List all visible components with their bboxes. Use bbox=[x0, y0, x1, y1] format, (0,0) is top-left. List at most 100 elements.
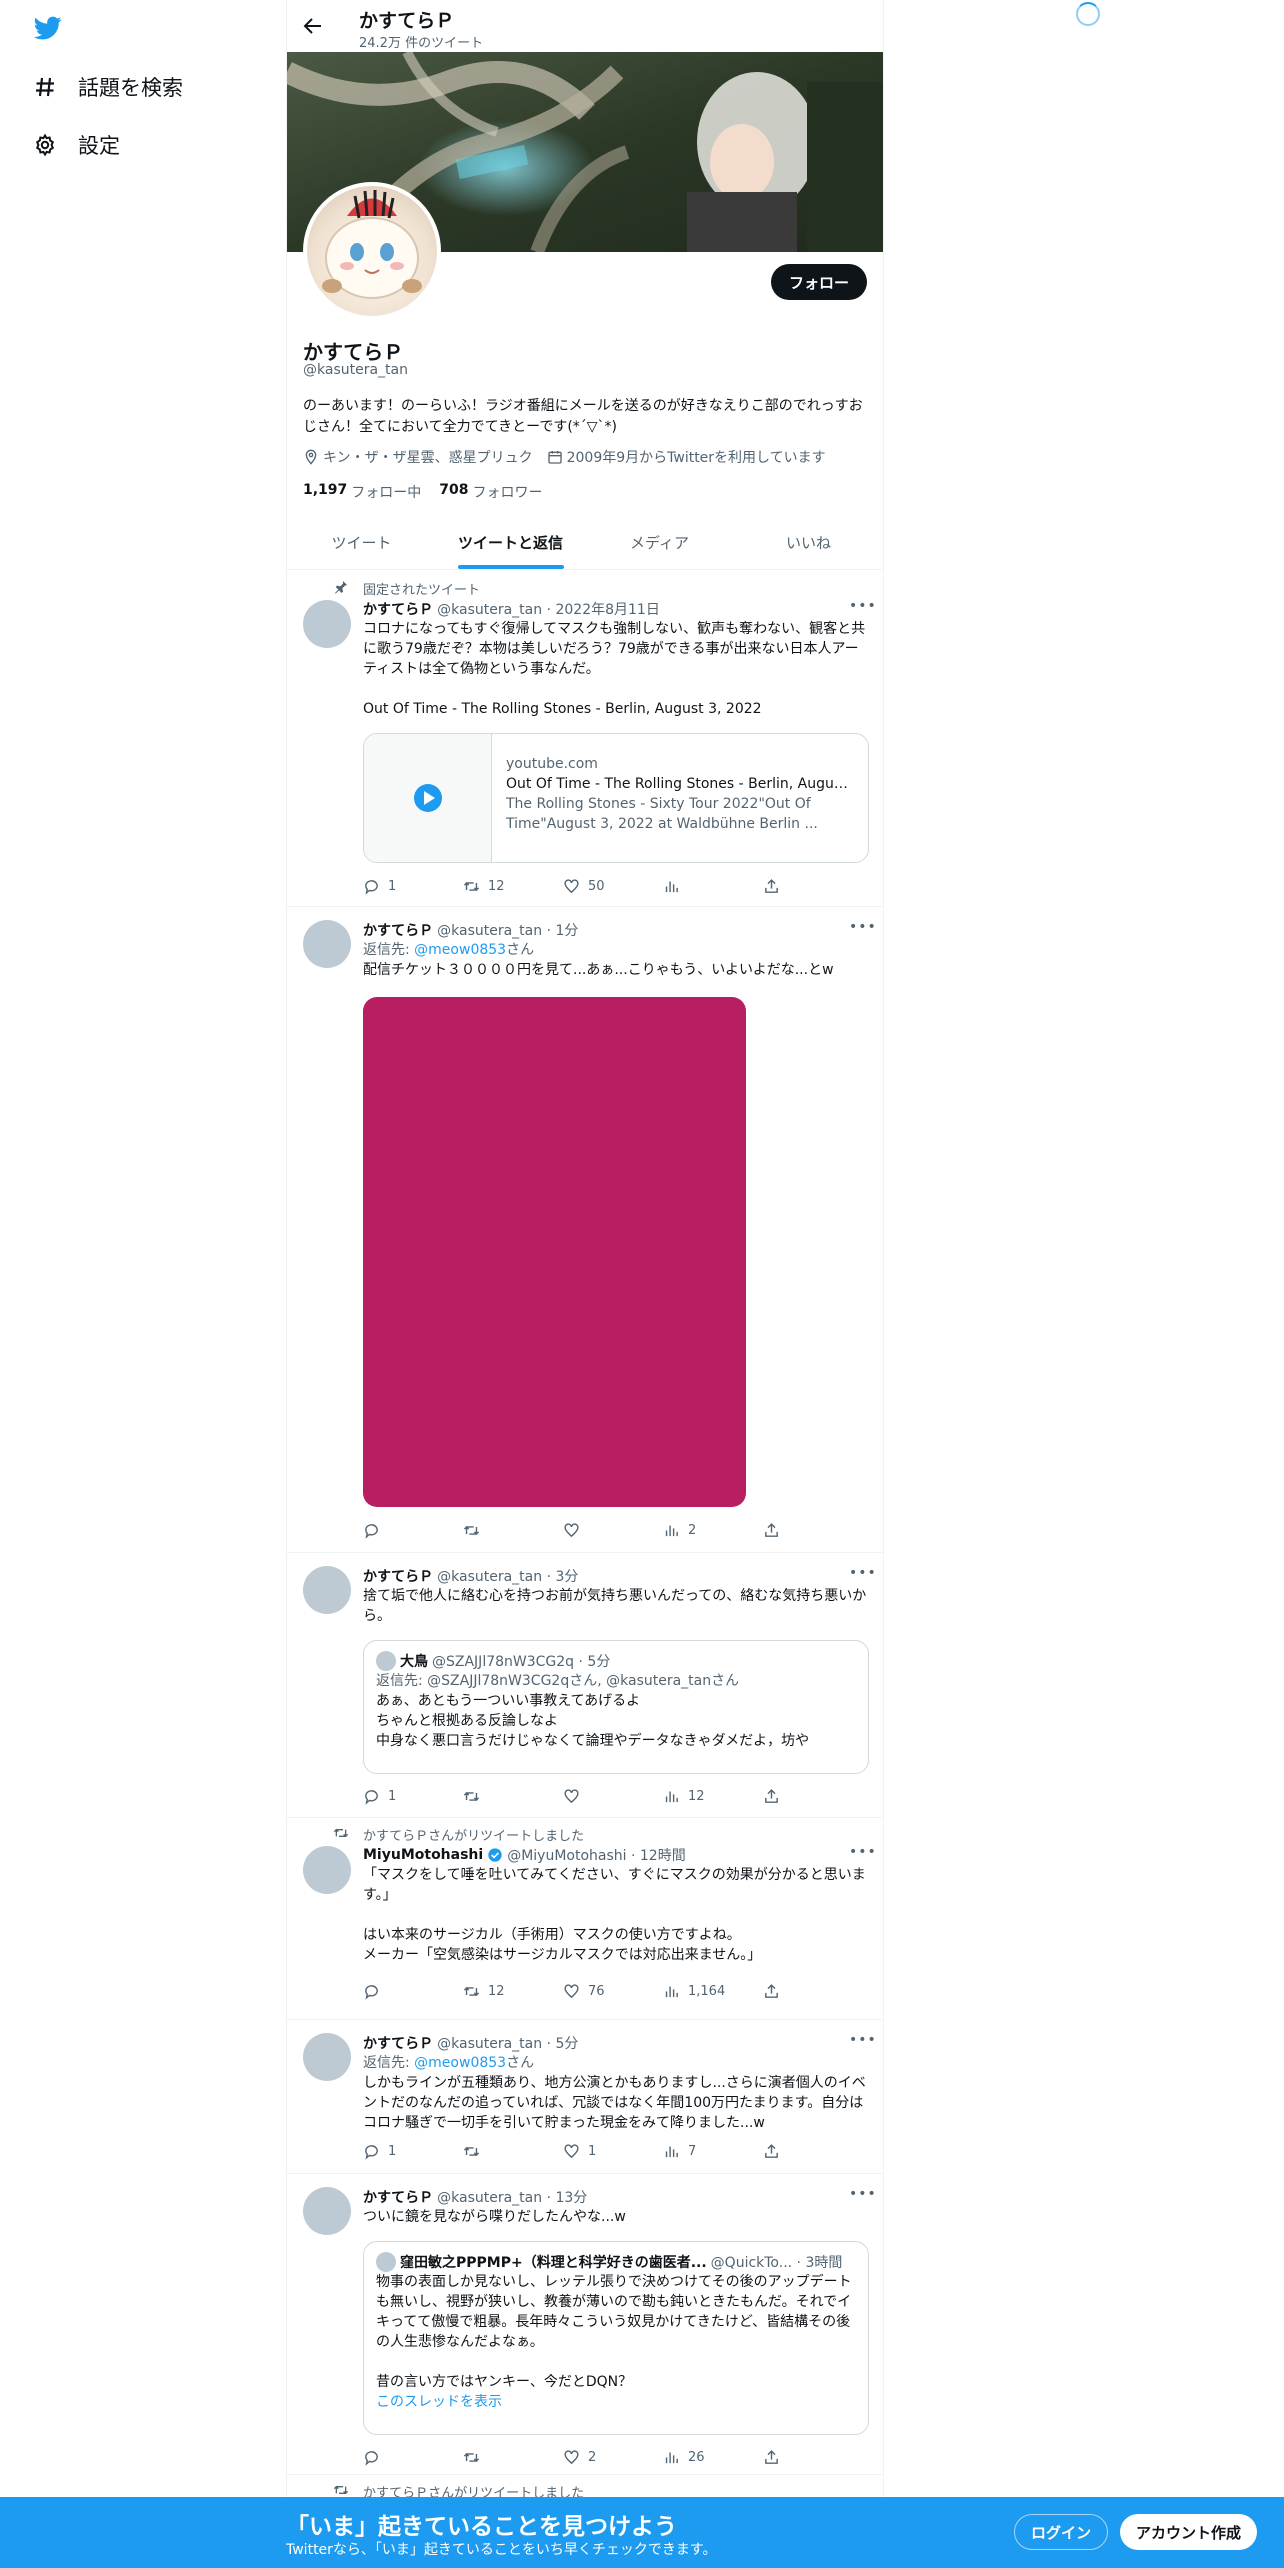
nav-settings-label: 設定 bbox=[78, 134, 120, 158]
more-icon[interactable]: ••• bbox=[849, 2187, 876, 2207]
heart-icon bbox=[564, 1522, 579, 1537]
profile-location: キン・ザ・ザ星雲、惑星プリュク bbox=[303, 447, 533, 467]
more-icon[interactable]: ••• bbox=[849, 920, 876, 940]
author-meta[interactable]: @kasutera_tan · 2022年8月11日 bbox=[437, 599, 660, 619]
share-icon bbox=[765, 1983, 778, 1998]
avatar[interactable] bbox=[303, 2187, 351, 2235]
tweet-retweet[interactable]: かすてらＰさんがリツイートしました MiyuMotohashi @MiyuMot… bbox=[287, 1819, 883, 2020]
more-icon[interactable]: ••• bbox=[849, 599, 876, 619]
author-name[interactable]: かすてらＰ bbox=[363, 1566, 433, 1586]
nav-settings[interactable]: 設定 bbox=[32, 125, 120, 165]
tweet-actions: 2 bbox=[363, 1520, 793, 1540]
reply-button[interactable] bbox=[363, 1981, 463, 2001]
avatar[interactable] bbox=[303, 1566, 351, 1614]
followers-link[interactable]: 708 フォロワー bbox=[439, 482, 542, 502]
tweet-actions: 2 26 bbox=[363, 2447, 793, 2467]
tab-tweets-and-replies[interactable]: ツイートと返信 bbox=[436, 516, 585, 569]
retweet-button[interactable] bbox=[463, 1786, 563, 1806]
signup-banner: 「いま」起きていることを見つけよう Twitterなら、「いま」起きていることを… bbox=[0, 2497, 1284, 2568]
reply-to-link[interactable]: @meow0853 bbox=[414, 942, 506, 958]
share-button[interactable] bbox=[763, 2447, 793, 2467]
quoted-tweet[interactable]: 窪田敏之PPPMP+（料理と科学好きの歯医者... @QuickTo... · … bbox=[363, 2241, 869, 2435]
link-card[interactable]: youtube.com Out Of Time - The Rolling St… bbox=[363, 733, 869, 863]
author-meta[interactable]: @kasutera_tan · 5分 bbox=[437, 2033, 578, 2053]
reply-to-link[interactable]: @meow0853 bbox=[414, 2055, 506, 2071]
views-button[interactable] bbox=[663, 876, 763, 896]
signup-button[interactable]: アカウント作成 bbox=[1120, 2514, 1258, 2550]
like-button[interactable]: 2 bbox=[563, 2447, 663, 2467]
avatar[interactable] bbox=[303, 1846, 351, 1894]
avatar[interactable] bbox=[303, 600, 351, 648]
share-button[interactable] bbox=[763, 1520, 793, 1540]
tab-media[interactable]: メディア bbox=[585, 516, 734, 569]
twitter-bird-icon[interactable] bbox=[32, 14, 64, 42]
views-icon bbox=[665, 881, 678, 892]
avatar[interactable] bbox=[303, 920, 351, 968]
more-icon[interactable]: ••• bbox=[849, 1566, 876, 1586]
retweet-button[interactable]: 12 bbox=[463, 1981, 563, 2001]
show-thread-link[interactable]: このスレッドを表示 bbox=[376, 2392, 856, 2412]
author-name[interactable]: かすてらＰ bbox=[363, 2033, 433, 2053]
tweet-item[interactable]: かすてらＰ @kasutera_tan · 5分 ••• 返信先: @meow0… bbox=[287, 2021, 883, 2174]
retweet-count: 12 bbox=[488, 878, 505, 894]
tab-likes[interactable]: いいね bbox=[734, 516, 883, 569]
profile-avatar[interactable] bbox=[303, 182, 441, 320]
quoted-tweet[interactable]: 大鳥 @SZAJJl78nW3CG2q · 5分 返信先: @SZAJJl78n… bbox=[363, 1640, 869, 1774]
share-button[interactable] bbox=[763, 1981, 793, 2001]
retweet-button[interactable]: 12 bbox=[463, 876, 563, 896]
author-name[interactable]: かすてらＰ bbox=[363, 2187, 433, 2207]
tweet-media-image[interactable] bbox=[363, 997, 746, 1507]
tweet-item[interactable]: かすてらＰ @kasutera_tan · 1分 ••• 返信先: @meow0… bbox=[287, 908, 883, 1553]
reply-icon bbox=[365, 1789, 378, 1805]
views-button[interactable]: 7 bbox=[663, 2141, 763, 2161]
login-button[interactable]: ログイン bbox=[1014, 2514, 1109, 2550]
reply-button[interactable] bbox=[363, 2447, 463, 2467]
reply-icon bbox=[365, 2450, 378, 2466]
tweet-item[interactable]: かすてらＰ @kasutera_tan · 3分 ••• 捨て垢で他人に絡む心を… bbox=[287, 1554, 883, 1818]
profile-bio: のーあいます！のーらいふ！ラジオ番組にメールを送るのが好きなえりこ部のでれっすお… bbox=[303, 398, 863, 435]
author-meta[interactable]: @kasutera_tan · 1分 bbox=[437, 920, 578, 940]
author-meta[interactable]: @MiyuMotohashi · 12時間 bbox=[507, 1845, 686, 1865]
tweet-header: MiyuMotohashi @MiyuMotohashi · 12時間 bbox=[363, 1845, 869, 1865]
reply-button[interactable]: 1 bbox=[363, 1786, 463, 1806]
share-button[interactable] bbox=[763, 876, 793, 896]
author-name[interactable]: かすてらＰ bbox=[363, 920, 433, 940]
following-link[interactable]: 1,197 フォロー中 bbox=[303, 482, 421, 502]
views-button[interactable]: 26 bbox=[663, 2447, 763, 2467]
nav-explore[interactable]: 話題を検索 bbox=[32, 67, 183, 107]
tab-tweets[interactable]: ツイート bbox=[287, 516, 436, 569]
views-button[interactable]: 1,164 bbox=[663, 1981, 763, 2001]
author-meta[interactable]: @kasutera_tan · 13分 bbox=[437, 2187, 587, 2207]
avatar[interactable] bbox=[303, 2033, 351, 2081]
like-button[interactable]: 76 bbox=[563, 1981, 663, 2001]
more-icon[interactable]: ••• bbox=[849, 1845, 876, 1865]
share-button[interactable] bbox=[763, 2141, 793, 2161]
views-icon bbox=[665, 2452, 678, 2463]
quote-header: 窪田敏之PPPMP+（料理と科学好きの歯医者... @QuickTo... · … bbox=[376, 2252, 856, 2272]
retweet-context[interactable]: かすてらＰさんがリツイートしました bbox=[363, 1825, 584, 1844]
share-button[interactable] bbox=[763, 1786, 793, 1806]
author-name[interactable]: MiyuMotohashi bbox=[363, 1847, 483, 1863]
like-button[interactable]: 1 bbox=[563, 2141, 663, 2161]
heart-icon bbox=[564, 2143, 579, 2158]
like-button[interactable] bbox=[563, 1786, 663, 1806]
more-icon[interactable]: ••• bbox=[849, 2033, 876, 2053]
views-button[interactable]: 2 bbox=[663, 1520, 763, 1540]
back-arrow-icon[interactable] bbox=[301, 14, 325, 38]
tweet-pinned[interactable]: 固定されたツイート かすてらＰ @kasutera_tan · 2022年8月1… bbox=[287, 571, 883, 907]
follow-button[interactable]: フォロー bbox=[770, 264, 867, 300]
reply-button[interactable] bbox=[363, 1520, 463, 1540]
views-button[interactable]: 12 bbox=[663, 1786, 763, 1806]
reply-button[interactable]: 1 bbox=[363, 2141, 463, 2161]
tweet-item[interactable]: かすてらＰ @kasutera_tan · 13分 ••• ついに鏡を見ながら喋… bbox=[287, 2175, 883, 2475]
retweet-button[interactable] bbox=[463, 2447, 563, 2467]
reply-button[interactable]: 1 bbox=[363, 876, 463, 896]
like-button[interactable]: 50 bbox=[563, 876, 663, 896]
like-count: 2 bbox=[588, 2449, 597, 2465]
author-name[interactable]: かすてらＰ bbox=[363, 599, 433, 619]
author-meta[interactable]: @kasutera_tan · 3分 bbox=[437, 1566, 578, 1586]
like-button[interactable] bbox=[563, 1520, 663, 1540]
retweet-button[interactable] bbox=[463, 2141, 563, 2161]
profile-joined: 2009年9月からTwitterを利用しています bbox=[547, 447, 826, 467]
retweet-button[interactable] bbox=[463, 1520, 563, 1540]
